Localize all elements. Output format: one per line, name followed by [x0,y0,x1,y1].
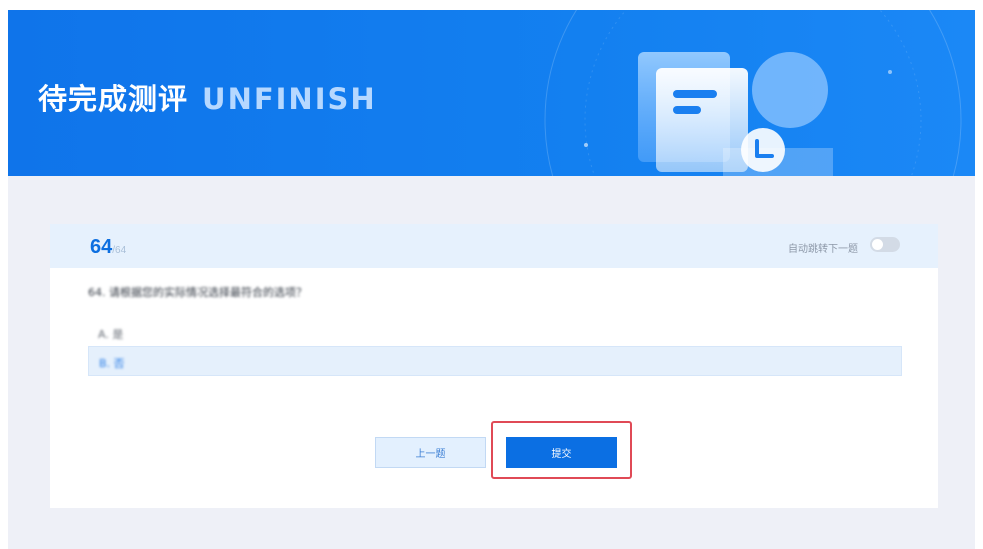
page-background: 待完成测评 UNFINISH 64/64 自动跳转下一题 64. 请根据您的实际… [8,10,975,549]
question-counter: 64/64 [90,236,126,259]
question-card: 64/64 自动跳转下一题 64. 请根据您的实际情况选择最符合的选项？ A. … [50,224,938,508]
option-a-label: A. 是 [98,328,124,341]
option-b-label: B. 否 [99,357,125,370]
page-title-en: UNFINISH [202,82,377,116]
current-question-number: 64 [90,236,113,258]
previous-question-button[interactable]: 上一题 [375,437,486,468]
question-card-header: 64/64 自动跳转下一题 [50,224,938,268]
option-a[interactable]: A. 是 [88,318,902,348]
total-questions: /64 [112,245,127,256]
toggle-knob [872,239,883,250]
page-title-cn: 待完成测评 [38,82,189,116]
auto-next-label: 自动跳转下一题 [788,244,858,255]
option-b[interactable]: B. 否 [88,346,902,376]
page-banner: 待完成测评 UNFINISH [8,10,975,176]
question-text: 64. 请根据您的实际情况选择最符合的选项？ [88,286,307,299]
page-title: 待完成测评 UNFINISH [38,76,377,118]
document-clock-illustration [544,10,962,176]
submit-button[interactable]: 提交 [506,437,617,468]
auto-next-toggle[interactable] [870,237,900,252]
